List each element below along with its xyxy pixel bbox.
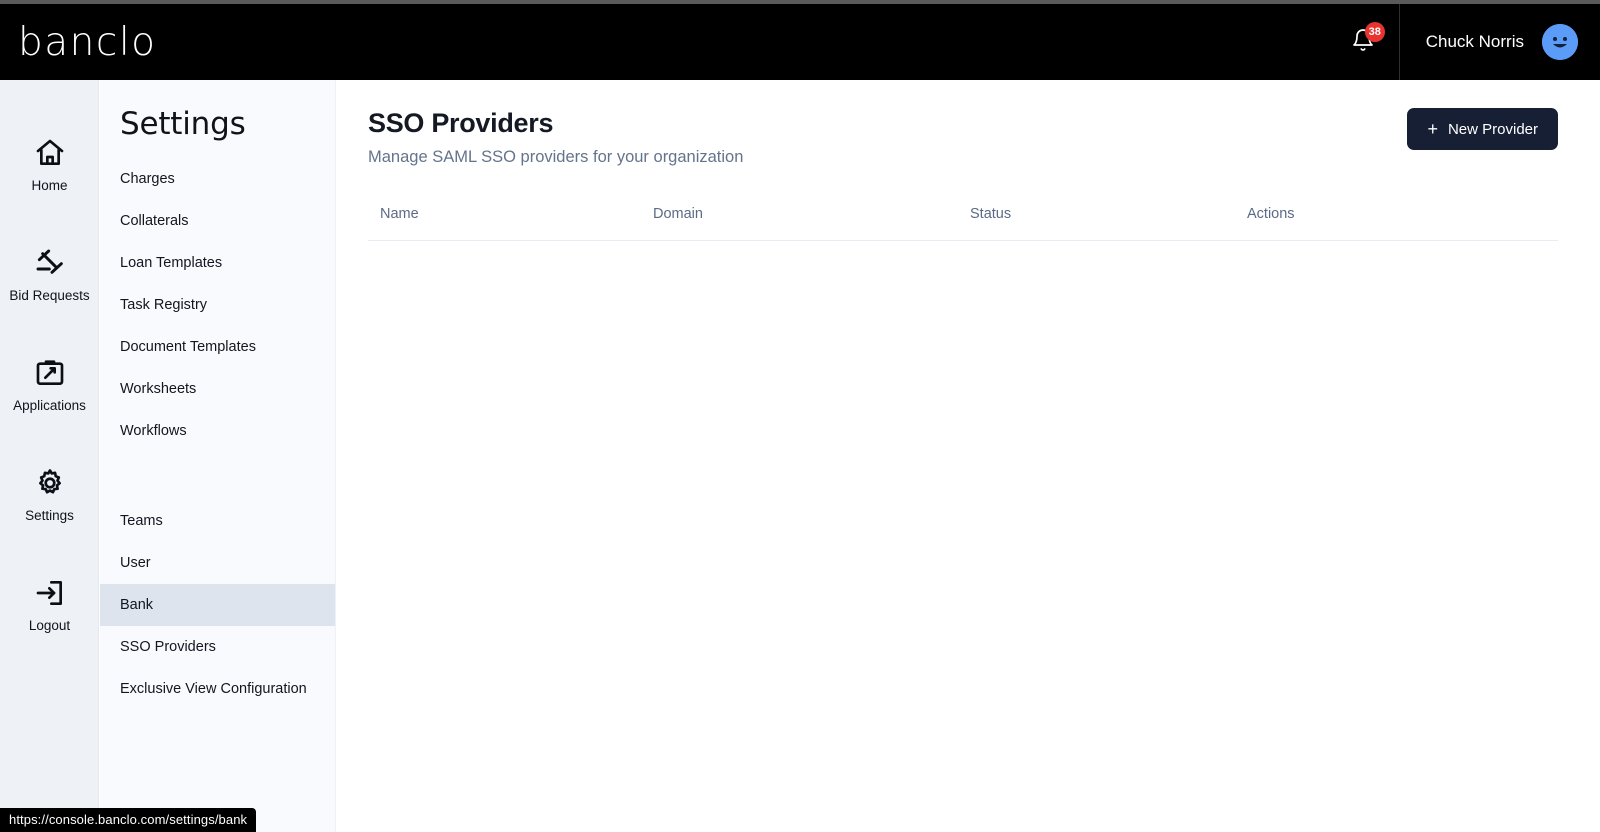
submenu-item-bank[interactable]: Bank (100, 584, 335, 626)
submenu-item-user[interactable]: User (100, 542, 335, 584)
column-header-actions[interactable]: Actions (1247, 206, 1558, 241)
submenu-item-sso-providers[interactable]: SSO Providers (100, 626, 335, 668)
submenu-item-teams[interactable]: Teams (100, 500, 335, 542)
column-header-name[interactable]: Name (368, 206, 653, 241)
nav-label-logout: Logout (28, 618, 71, 633)
page-header: SSO Providers Manage SAML SSO providers … (368, 108, 1558, 167)
submenu-group-two: Teams User Bank SSO Providers Exclusive … (100, 500, 335, 710)
app-window: banclo 38 Chuck Norris Home Bid Requests… (0, 0, 1600, 832)
gavel-icon (33, 246, 67, 280)
new-provider-button-label: New Provider (1447, 120, 1538, 138)
primary-nav-rail: Home Bid Requests Applications Settings … (0, 80, 99, 832)
submenu-item-task-registry[interactable]: Task Registry (100, 284, 335, 326)
column-header-domain[interactable]: Domain (653, 206, 970, 241)
submenu-item-charges[interactable]: Charges (100, 158, 335, 200)
page-heading-block: SSO Providers Manage SAML SSO providers … (368, 108, 743, 167)
top-bar-right: 38 Chuck Norris (1327, 4, 1600, 80)
new-provider-button[interactable]: + New Provider (1407, 108, 1558, 150)
settings-submenu: Settings Charges Collaterals Loan Templa… (100, 80, 336, 832)
page-subtitle: Manage SAML SSO providers for your organ… (368, 148, 744, 166)
clipboard-pencil-icon (33, 356, 67, 390)
nav-item-settings[interactable]: Settings (0, 442, 99, 552)
logout-arrow-icon (33, 576, 67, 610)
notification-count-badge: 38 (1364, 22, 1385, 42)
nav-item-logout[interactable]: Logout (0, 552, 99, 662)
table-header-row: Name Domain Status Actions (368, 206, 1558, 241)
nav-label-settings: Settings (25, 508, 74, 523)
app-logo[interactable]: banclo (18, 20, 157, 65)
table-body (368, 241, 1558, 247)
submenu-item-document-templates[interactable]: Document Templates (100, 326, 335, 368)
avatar (1542, 24, 1578, 60)
submenu-item-worksheets[interactable]: Worksheets (100, 368, 335, 410)
top-bar: banclo 38 Chuck Norris (0, 4, 1600, 80)
submenu-item-collaterals[interactable]: Collaterals (100, 200, 335, 242)
nav-label-bid-requests: Bid Requests (9, 288, 90, 303)
user-menu[interactable]: Chuck Norris (1398, 4, 1600, 80)
nav-item-bid-requests[interactable]: Bid Requests (0, 222, 99, 332)
sso-providers-table: Name Domain Status Actions (368, 206, 1558, 247)
main-content: SSO Providers Manage SAML SSO providers … (337, 80, 1600, 832)
nav-label-applications: Applications (13, 398, 86, 413)
nav-item-home[interactable]: Home (0, 112, 99, 222)
table-header: Name Domain Status Actions (368, 206, 1558, 241)
status-bar-url: https://console.banclo.com/settings/bank (0, 808, 257, 832)
nav-item-applications[interactable]: Applications (0, 332, 99, 442)
submenu-item-exclusive-view-configuration[interactable]: Exclusive View Configuration (100, 668, 335, 710)
page-title: SSO Providers (368, 108, 554, 138)
nav-label-home: Home (31, 178, 68, 193)
plus-icon: + (1427, 119, 1438, 139)
submenu-item-workflows[interactable]: Workflows (100, 410, 335, 452)
submenu-item-loan-templates[interactable]: Loan Templates (100, 242, 335, 284)
submenu-title: Settings (120, 106, 246, 142)
notifications-button[interactable]: 38 (1327, 4, 1399, 80)
gear-icon (33, 466, 67, 500)
table-empty-state (368, 241, 1558, 247)
home-icon (33, 136, 67, 170)
user-name: Chuck Norris (1425, 32, 1524, 51)
submenu-group-one: Charges Collaterals Loan Templates Task … (100, 158, 335, 452)
column-header-status[interactable]: Status (970, 206, 1247, 241)
